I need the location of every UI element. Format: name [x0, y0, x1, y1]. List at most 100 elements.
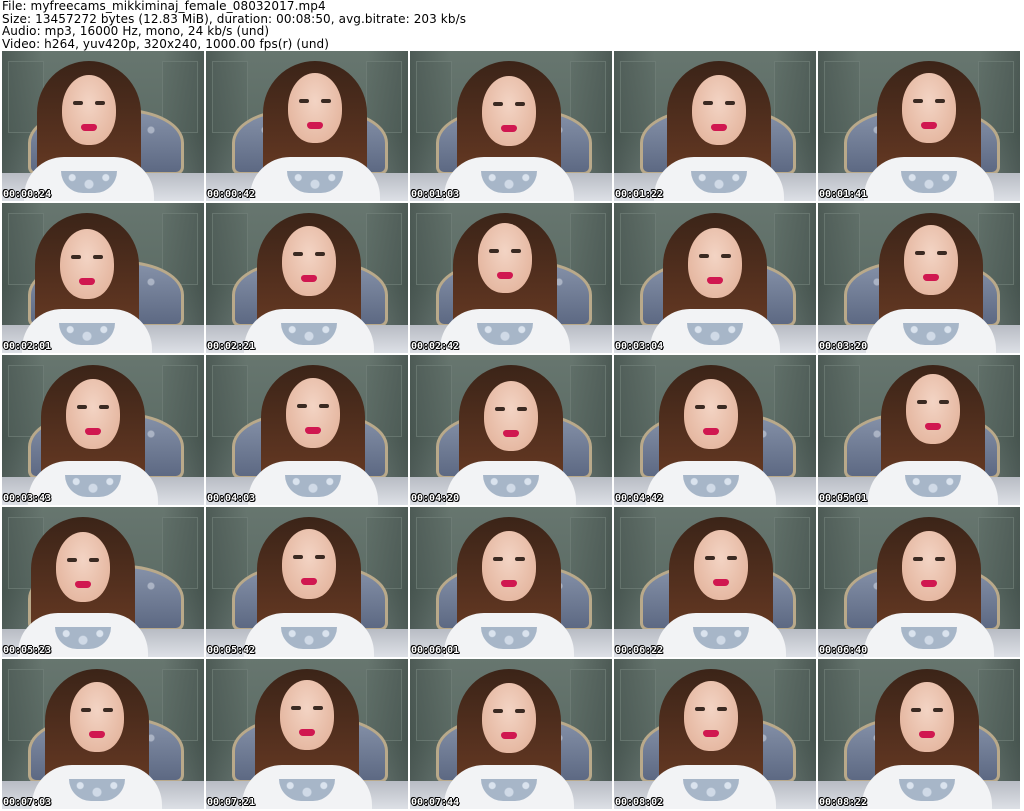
frame-timestamp: 00:07:44	[411, 797, 460, 808]
frame-timestamp: 00:04:20	[411, 493, 460, 504]
lips	[921, 122, 937, 129]
frame-timestamp: 00:05:23	[3, 645, 52, 656]
eye	[725, 101, 735, 105]
frame-timestamp: 00:04:42	[615, 493, 664, 504]
eye	[73, 101, 83, 105]
eye	[493, 709, 503, 713]
frame-timestamp: 00:01:41	[819, 189, 868, 200]
frame-timestamp: 00:04:03	[207, 493, 256, 504]
frame-timestamp: 00:06:01	[411, 645, 460, 656]
frame-timestamp: 00:03:04	[615, 341, 664, 352]
eye	[515, 557, 525, 561]
eye	[515, 709, 525, 713]
face	[66, 379, 120, 449]
video-frame-thumbnail: 00:03:43	[2, 355, 204, 505]
lips	[703, 730, 719, 737]
face	[60, 229, 114, 299]
eye	[511, 249, 521, 253]
eye	[315, 252, 325, 256]
frame-timestamp: 00:08:22	[819, 797, 868, 808]
lips	[921, 580, 937, 587]
eye	[313, 706, 323, 710]
eye	[315, 555, 325, 559]
face	[286, 378, 340, 448]
face	[484, 381, 538, 451]
video-frame-thumbnail: 00:05:01	[818, 355, 1020, 505]
face	[900, 682, 954, 752]
face	[902, 531, 956, 601]
face	[684, 681, 738, 751]
video-frame-thumbnail: 00:03:20	[818, 203, 1020, 353]
face	[482, 531, 536, 601]
eye	[293, 252, 303, 256]
video-frame-thumbnail: 00:00:24	[2, 51, 204, 201]
face	[56, 532, 110, 602]
face	[482, 76, 536, 146]
lips	[925, 423, 941, 430]
eye	[81, 708, 91, 712]
frame-timestamp: 00:00:24	[3, 189, 52, 200]
eye	[495, 407, 505, 411]
frame-timestamp: 00:03:43	[3, 493, 52, 504]
eye	[93, 255, 103, 259]
lips	[307, 122, 323, 129]
frame-timestamp: 00:00:42	[207, 189, 256, 200]
video-frame-thumbnail: 00:07:21	[206, 659, 408, 809]
lips	[707, 277, 723, 284]
video-frame-thumbnail: 00:02:01	[2, 203, 204, 353]
eye	[717, 405, 727, 409]
face	[70, 682, 124, 752]
eye	[489, 249, 499, 253]
lips	[301, 275, 317, 282]
lips	[301, 578, 317, 585]
video-frame-thumbnail: 00:04:03	[206, 355, 408, 505]
lips	[299, 729, 315, 736]
eye	[297, 404, 307, 408]
video-frame-thumbnail: 00:06:01	[410, 507, 612, 657]
video-frame-thumbnail: 00:07:03	[2, 659, 204, 809]
lips	[703, 428, 719, 435]
video-frame-thumbnail: 00:07:44	[410, 659, 612, 809]
lips	[919, 731, 935, 738]
face	[906, 374, 960, 444]
video-frame-thumbnail: 00:05:42	[206, 507, 408, 657]
face	[692, 75, 746, 145]
eye	[71, 255, 81, 259]
eye	[705, 556, 715, 560]
lips	[501, 580, 517, 587]
video-frame-thumbnail: 00:01:03	[410, 51, 612, 201]
lips	[503, 430, 519, 437]
eye	[321, 99, 331, 103]
video-frame-thumbnail: 00:03:04	[614, 203, 816, 353]
eye	[493, 557, 503, 561]
video-frame-thumbnail: 00:02:21	[206, 203, 408, 353]
face	[684, 379, 738, 449]
frame-timestamp: 00:07:03	[3, 797, 52, 808]
lips	[497, 272, 513, 279]
eye	[703, 101, 713, 105]
frame-timestamp: 00:02:01	[3, 341, 52, 352]
eye	[915, 251, 925, 255]
eye	[67, 558, 77, 562]
eye	[517, 407, 527, 411]
frame-timestamp: 00:02:42	[411, 341, 460, 352]
eye	[727, 556, 737, 560]
frame-timestamp: 00:01:03	[411, 189, 460, 200]
face	[280, 680, 334, 750]
face	[694, 530, 748, 600]
video-frame-thumbnail: 00:08:02	[614, 659, 816, 809]
video-frame-thumbnail: 00:01:22	[614, 51, 816, 201]
eye	[77, 405, 87, 409]
video-frame-thumbnail: 00:02:42	[410, 203, 612, 353]
eye	[319, 404, 329, 408]
video-frame-thumbnail: 00:08:22	[818, 659, 1020, 809]
face	[282, 529, 336, 599]
frame-timestamp: 00:03:20	[819, 341, 868, 352]
face	[902, 73, 956, 143]
file-info-header: File: myfreecams_mikkiminaj_female_08032…	[2, 0, 1022, 50]
eye	[911, 708, 921, 712]
face	[688, 228, 742, 298]
eye	[935, 99, 945, 103]
lips	[501, 732, 517, 739]
eye	[699, 254, 709, 258]
